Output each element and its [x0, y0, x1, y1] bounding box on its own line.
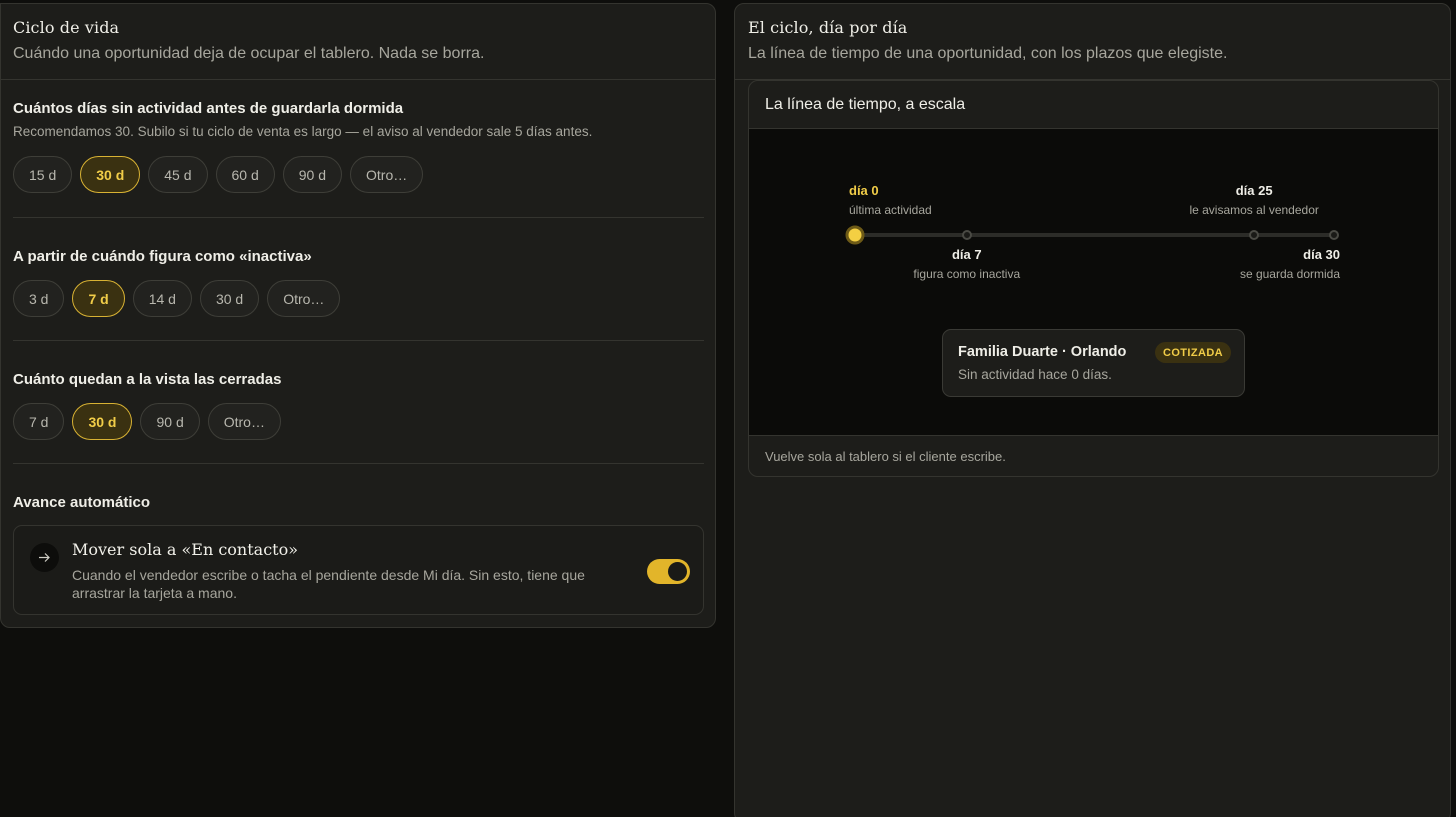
timeline-marker	[1329, 230, 1339, 240]
timeline-label: día 7 figura como inactiva	[913, 247, 1020, 281]
timeline-footer: Vuelve sola al tablero si el cliente esc…	[749, 435, 1438, 476]
option-chip[interactable]: 60 d	[215, 156, 275, 193]
auto-title: Avance automático	[13, 494, 150, 511]
panel-title: Ciclo de vida	[13, 18, 120, 37]
lifecycle-panel: Ciclo de vida Cuándo una oportunidad dej…	[0, 3, 716, 628]
timeline-track	[855, 233, 1334, 237]
opportunity-card[interactable]: Familia Duarte · Orlando COTIZADA Sin ac…	[942, 329, 1245, 397]
option-chip[interactable]: 7 d	[72, 280, 125, 317]
timeline-canvas: Familia Duarte · Orlando COTIZADA Sin ac…	[749, 129, 1438, 435]
timeline-label: día 25 le avisamos al vendedor	[1189, 183, 1318, 217]
divider	[13, 340, 704, 341]
auto-advance-card: Mover sola a «En contacto» Cuando el ven…	[13, 525, 704, 615]
timeline-note: última actividad	[849, 203, 932, 217]
divider	[13, 463, 704, 464]
closed-options: 7 d 30 d 90 d Otro…	[13, 403, 704, 440]
cycle-header: El ciclo, día por día La línea de tiempo…	[735, 4, 1450, 80]
dormant-title: Cuántos días sin actividad antes de guar…	[13, 100, 404, 117]
timeline-label: día 0 última actividad	[849, 183, 932, 217]
timeline-marker	[961, 230, 972, 240]
timeline-note: figura como inactiva	[913, 267, 1021, 281]
auto-advance-desc: Cuando el vendedor escribe o tacha el pe…	[72, 567, 585, 601]
option-chip[interactable]: Otro…	[207, 403, 281, 440]
closed-section: Cuánto quedan a la vista las cerradas 7 …	[13, 371, 704, 440]
opportunity-name: Familia Duarte · Orlando	[958, 344, 1127, 360]
inactive-section: A partir de cuándo figura como «inactiva…	[13, 248, 704, 317]
dormant-section: Cuántos días sin actividad antes de guar…	[13, 100, 704, 193]
timeline-heading: La línea de tiempo, a escala	[749, 81, 1438, 129]
option-chip[interactable]: 30 d	[80, 156, 141, 193]
dormant-options: 15 d 30 d 45 d 60 d 90 d Otro…	[13, 156, 704, 193]
closed-title: Cuánto quedan a la vista las cerradas	[13, 371, 282, 388]
option-chip[interactable]: 3 d	[13, 280, 65, 317]
panel-title: El ciclo, día por día	[748, 18, 908, 37]
auto-advance-title: Mover sola a «En contacto»	[72, 540, 299, 559]
option-chip[interactable]: 90 d	[140, 403, 200, 440]
auto-advance-toggle[interactable]	[647, 559, 690, 584]
timeline-day: día 0	[849, 183, 879, 198]
panel-subtitle: La línea de tiempo de una oportunidad, c…	[748, 45, 1228, 62]
lifecycle-header: Ciclo de vida Cuándo una oportunidad dej…	[1, 4, 715, 80]
status-badge: COTIZADA	[1155, 342, 1232, 363]
panel-subtitle: Cuándo una oportunidad deja de ocupar el…	[13, 45, 485, 62]
toggle-knob	[668, 562, 687, 581]
option-chip[interactable]: 14 d	[132, 280, 192, 317]
cycle-panel: El ciclo, día por día La línea de tiempo…	[734, 3, 1451, 817]
option-chip[interactable]: 30 d	[199, 280, 260, 317]
option-chip[interactable]: 30 d	[72, 403, 133, 440]
inactive-options: 3 d7 d 14 d 30 d Otro…	[13, 280, 704, 317]
option-chip[interactable]: Otro…	[267, 280, 341, 317]
option-chip[interactable]: 7 d	[13, 403, 65, 440]
timeline-day: día 25	[1235, 183, 1273, 198]
divider	[13, 217, 704, 218]
timeline-note: le avisamos al vendedor	[1189, 203, 1319, 217]
option-chip[interactable]: Otro…	[350, 156, 424, 193]
option-chip[interactable]: 15 d	[13, 156, 73, 193]
inactive-title: A partir de cuándo figura como «inactiva…	[13, 248, 312, 265]
timeline-marker	[845, 225, 865, 245]
arrow-right-icon	[30, 543, 59, 572]
timeline-card: La línea de tiempo, a escala Familia Dua…	[748, 80, 1439, 477]
timeline-label: día 30 se guarda dormida	[1240, 247, 1340, 281]
timeline-note: se guarda dormida	[1239, 267, 1340, 281]
auto-section: Avance automático	[13, 494, 704, 511]
option-chip[interactable]: 45 d	[148, 156, 208, 193]
dormant-help: Recomendamos 30. Subilo si tu ciclo de v…	[13, 124, 593, 139]
timeline-day: día 30	[1303, 247, 1340, 262]
timeline-day: día 7	[951, 247, 982, 262]
option-chip[interactable]: 90 d	[282, 156, 343, 193]
timeline-marker	[1249, 230, 1260, 240]
opportunity-activity: Sin actividad hace 0 días.	[958, 367, 1112, 382]
